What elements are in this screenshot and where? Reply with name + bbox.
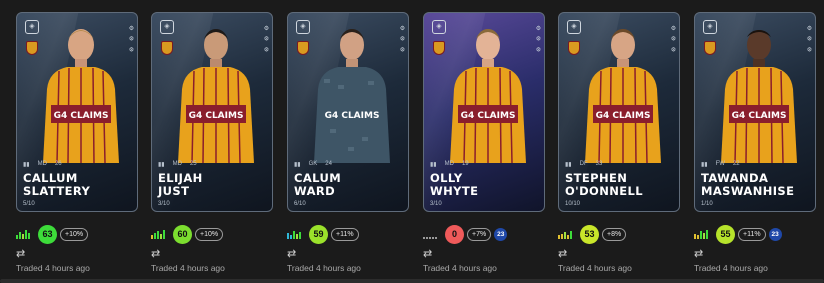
- club-crest-icon: [26, 41, 38, 55]
- change-pill[interactable]: +8%: [602, 227, 627, 241]
- form-bars-icon: [558, 229, 576, 239]
- traded-time: Traded 4 hours ago: [16, 263, 90, 273]
- traded-time: Traded 4 hours ago: [423, 263, 497, 273]
- form-bars-icon: [423, 229, 441, 239]
- card-serial: 10/10: [565, 201, 581, 207]
- player-card[interactable]: G4 CLAIMS ◈ ⚙ ⚙ ⚙ ▮▮ FW 22 TAWANDA MASWA…: [694, 12, 816, 212]
- card-serial: 1/10: [701, 201, 713, 207]
- svg-text:G4 CLAIMS: G4 CLAIMS: [54, 111, 109, 121]
- svg-text:G4 CLAIMS: G4 CLAIMS: [189, 111, 244, 121]
- rating-circle: 59: [309, 224, 328, 244]
- player-photo: G4 CLAIMS: [43, 29, 119, 163]
- change-pill[interactable]: +10%: [195, 227, 224, 241]
- change-pill[interactable]: +11%: [331, 227, 359, 241]
- player-card[interactable]: G4 CLAIMS ◈ ⚙ ⚙ ⚙ ▮▮ MD 25 ELIJAH JUST 3…: [151, 12, 273, 212]
- traded-time: Traded 4 hours ago: [558, 263, 632, 273]
- position-label: MD: [444, 161, 454, 167]
- form-bars-icon: [151, 229, 169, 239]
- player-photo: G4 CLAIMS: [585, 29, 661, 163]
- player-card-slot: G4 CLAIMS ◈ ⚙ ⚙ ⚙ ▮▮ FW 22 TAWANDA MASWA…: [694, 0, 824, 283]
- count-badge: 23: [494, 227, 508, 241]
- player-photo: G4 CLAIMS: [314, 29, 390, 163]
- club-crest-icon: [704, 41, 716, 55]
- change-pill[interactable]: +10%: [60, 227, 89, 241]
- change-pill[interactable]: +11%: [738, 227, 766, 241]
- scrollbar-thumb[interactable]: [0, 279, 824, 283]
- swap-arrows-icon[interactable]: ⇄: [151, 247, 160, 260]
- spfl-logo-icon: ◈: [296, 20, 310, 34]
- card-serial: 3/10: [158, 201, 170, 207]
- player-photo: G4 CLAIMS: [721, 30, 797, 163]
- player-card-slot: G4 CLAIMS ◈ ⚙ ⚙ ⚙ ▮▮ MD 19 OLLY WHYTE 3/…: [423, 0, 559, 283]
- spfl-logo-icon: ◈: [567, 20, 581, 34]
- swap-arrows-icon[interactable]: ⇄: [558, 247, 567, 260]
- position-label: MD: [37, 161, 47, 167]
- swap-arrows-icon[interactable]: ⇄: [694, 247, 703, 260]
- change-pill[interactable]: +7%: [467, 227, 492, 241]
- card-serial: 3/10: [430, 201, 442, 207]
- form-bars-icon: [287, 229, 305, 239]
- club-crest-icon: [297, 41, 309, 55]
- traded-time: Traded 4 hours ago: [694, 263, 768, 273]
- player-last-name: SLATTERY: [23, 184, 91, 198]
- player-last-name: WHYTE: [430, 184, 479, 198]
- swap-arrows-icon[interactable]: ⇄: [16, 247, 25, 260]
- age-label: 26: [54, 161, 62, 167]
- player-card[interactable]: G4 CLAIMS ◈ ⚙ ⚙ ⚙ ▮▮ DF 33 STEPHEN O'DON…: [558, 12, 680, 212]
- svg-text:G4 CLAIMS: G4 CLAIMS: [732, 111, 787, 121]
- player-card-slot: G4 CLAIMS ◈ ⚙ ⚙ ⚙ ▮▮ DF 33 STEPHEN O'DON…: [558, 0, 694, 283]
- age-label: 22: [732, 161, 740, 167]
- traded-time: Traded 4 hours ago: [287, 263, 361, 273]
- spfl-logo-icon: ◈: [25, 20, 39, 34]
- spfl-logo-icon: ◈: [160, 20, 174, 34]
- horizontal-scrollbar[interactable]: [0, 279, 824, 283]
- player-card[interactable]: G4 CLAIMS ◈ ⚙ ⚙ ⚙ ▮▮ GK 24 CALUM WARD 6/…: [287, 12, 409, 212]
- player-last-name: O'DONNELL: [565, 184, 643, 198]
- player-card[interactable]: G4 CLAIMS ◈ ⚙ ⚙ ⚙ ▮▮ MD 26 CALLUM SLATTE…: [16, 12, 138, 212]
- player-photo: G4 CLAIMS: [178, 29, 254, 163]
- player-card-strip: G4 CLAIMS ◈ ⚙ ⚙ ⚙ ▮▮ MD 26 CALLUM SLATTE…: [0, 0, 824, 283]
- age-label: 25: [189, 161, 197, 167]
- position-label: FW: [715, 161, 725, 167]
- svg-text:G4 CLAIMS: G4 CLAIMS: [596, 111, 651, 121]
- player-last-name: JUST: [158, 184, 190, 198]
- form-bars-icon: [16, 229, 34, 239]
- rating-circle: 55: [716, 224, 735, 244]
- card-serial: 6/10: [294, 201, 306, 207]
- player-card[interactable]: G4 CLAIMS ◈ ⚙ ⚙ ⚙ ▮▮ MD 19 OLLY WHYTE 3/…: [423, 12, 545, 212]
- club-crest-icon: [433, 41, 445, 55]
- svg-text:G4 CLAIMS: G4 CLAIMS: [461, 111, 516, 121]
- swap-arrows-icon[interactable]: ⇄: [423, 247, 432, 260]
- spfl-logo-icon: ◈: [703, 20, 717, 34]
- club-crest-icon: [568, 41, 580, 55]
- player-card-slot: G4 CLAIMS ◈ ⚙ ⚙ ⚙ ▮▮ MD 26 CALLUM SLATTE…: [16, 0, 152, 283]
- form-bars-icon: [694, 229, 712, 239]
- position-label: GK: [308, 161, 318, 167]
- age-label: 24: [325, 161, 332, 167]
- traded-time: Traded 4 hours ago: [151, 263, 225, 273]
- svg-text:G4 CLAIMS: G4 CLAIMS: [325, 111, 380, 121]
- position-label: MD: [172, 161, 182, 167]
- player-card-slot: G4 CLAIMS ◈ ⚙ ⚙ ⚙ ▮▮ GK 24 CALUM WARD 6/…: [287, 0, 423, 283]
- rating-circle: 63: [38, 224, 57, 244]
- swap-arrows-icon[interactable]: ⇄: [287, 247, 296, 260]
- rating-circle: 53: [580, 224, 599, 244]
- spfl-logo-icon: ◈: [432, 20, 446, 34]
- position-label: DF: [579, 161, 588, 167]
- player-last-name: WARD: [294, 184, 336, 198]
- player-last-name: MASWANHISE: [701, 184, 795, 198]
- count-badge: 23: [768, 227, 782, 241]
- rating-circle: 60: [173, 224, 192, 244]
- card-serial: 5/10: [23, 201, 35, 207]
- player-card-slot: G4 CLAIMS ◈ ⚙ ⚙ ⚙ ▮▮ MD 25 ELIJAH JUST 3…: [151, 0, 287, 283]
- club-crest-icon: [161, 41, 173, 55]
- age-label: 33: [595, 161, 603, 167]
- rating-circle: 0: [445, 224, 464, 244]
- age-label: 19: [461, 161, 469, 167]
- player-photo: G4 CLAIMS: [450, 29, 526, 163]
